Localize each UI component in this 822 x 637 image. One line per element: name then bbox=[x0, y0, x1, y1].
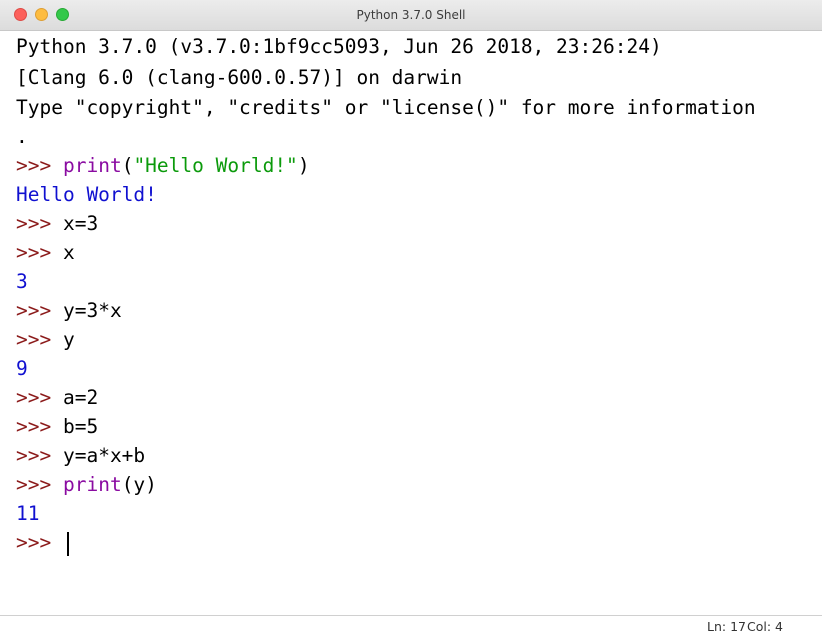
input-line: >>> y=a*x+b bbox=[16, 442, 145, 470]
code: y bbox=[62, 328, 75, 351]
current-input-line[interactable]: >>> bbox=[16, 529, 69, 557]
code: x bbox=[62, 241, 75, 264]
status-bar: Ln: 17 Col: 4 bbox=[0, 615, 822, 637]
prompt: >>> bbox=[16, 415, 52, 438]
input-line: >>> y=3*x bbox=[16, 297, 122, 325]
paren: ( bbox=[121, 154, 134, 177]
keyword: print bbox=[62, 473, 122, 496]
banner-line: Python 3.7.0 (v3.7.0:1bf9cc5093, Jun 26 … bbox=[16, 35, 662, 58]
code: (y) bbox=[121, 473, 157, 496]
prompt: >>> bbox=[16, 299, 52, 322]
string-literal: "Hello World!" bbox=[133, 154, 298, 177]
output-line: 3 bbox=[16, 270, 28, 293]
prompt: >>> bbox=[16, 212, 52, 235]
prompt: >>> bbox=[16, 241, 52, 264]
prompt: >>> bbox=[16, 444, 52, 467]
banner-line: [Clang 6.0 (clang-600.0.57)] on darwin bbox=[16, 66, 463, 89]
shell-text-area[interactable]: Python 3.7.0 (v3.7.0:1bf9cc5093, Jun 26 … bbox=[0, 31, 822, 615]
prompt: >>> bbox=[16, 154, 52, 177]
paren: ) bbox=[297, 154, 310, 177]
input-line: >>> b=5 bbox=[16, 413, 98, 441]
keyword: print bbox=[62, 154, 122, 177]
input-line: >>> x bbox=[16, 239, 75, 267]
title-bar[interactable]: Python 3.7.0 Shell bbox=[0, 0, 822, 31]
banner-line: . bbox=[16, 125, 28, 148]
output-line: 11 bbox=[16, 502, 40, 525]
line-number-indicator: Ln: 17 bbox=[707, 619, 746, 634]
code: y=3*x bbox=[62, 299, 122, 322]
prompt: >>> bbox=[16, 531, 52, 554]
input-line: >>> y bbox=[16, 326, 75, 354]
text-cursor bbox=[66, 531, 69, 556]
input-line: >>> print(y) bbox=[16, 471, 157, 499]
input-line: >>> x=3 bbox=[16, 210, 98, 238]
prompt: >>> bbox=[16, 328, 52, 351]
code: a=2 bbox=[62, 386, 99, 409]
idle-shell-window: Python 3.7.0 Shell Python 3.7.0 (v3.7.0:… bbox=[0, 0, 822, 637]
column-number-indicator: Col: 4 bbox=[747, 619, 783, 634]
code: y=a*x+b bbox=[62, 444, 146, 467]
code: x=3 bbox=[62, 212, 99, 235]
input-line: >>> a=2 bbox=[16, 384, 98, 412]
input-line: >>> print("Hello World!") bbox=[16, 152, 310, 180]
output-line: Hello World! bbox=[16, 183, 157, 206]
window-title: Python 3.7.0 Shell bbox=[356, 8, 466, 22]
prompt: >>> bbox=[16, 473, 52, 496]
prompt: >>> bbox=[16, 386, 52, 409]
banner-line: Type "copyright", "credits" or "license(… bbox=[16, 96, 756, 119]
code: b=5 bbox=[62, 415, 99, 438]
output-line: 9 bbox=[16, 357, 28, 380]
